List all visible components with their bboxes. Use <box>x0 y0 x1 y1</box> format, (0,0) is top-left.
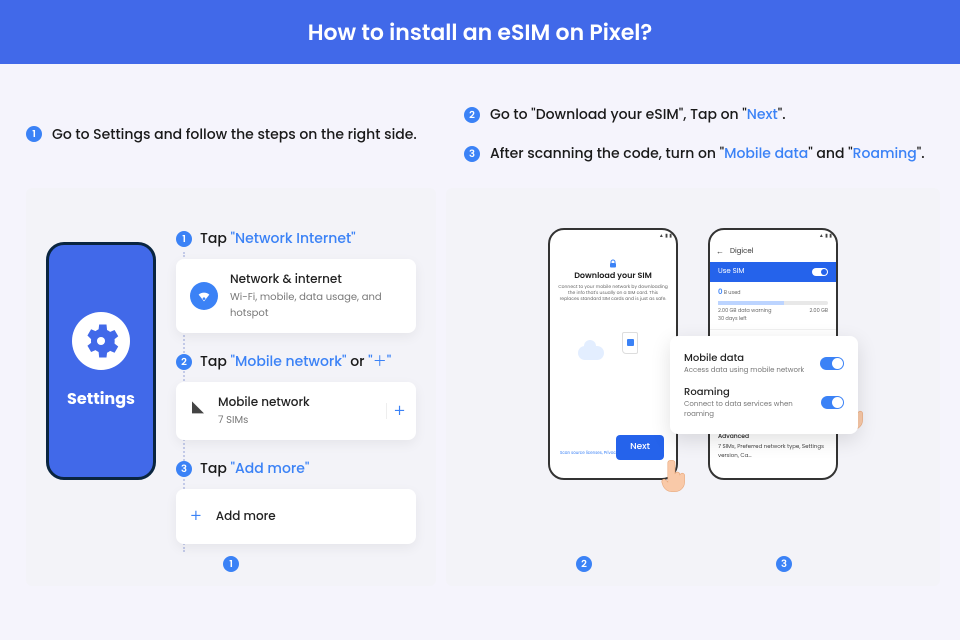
content-area: 1 Go to Settings and follow the steps on… <box>0 64 960 586</box>
top-steps-row: 1 Go to Settings and follow the steps on… <box>26 104 934 164</box>
mobile-data-toggle[interactable] <box>820 357 844 370</box>
micro-3-badge: 3 <box>176 461 192 477</box>
panel-2-marker-left: 2 <box>576 556 592 572</box>
step-3-badge: 3 <box>464 146 480 162</box>
mobile-data-row: Mobile data Access data using mobile net… <box>684 346 844 380</box>
wifi-icon <box>190 282 218 310</box>
step-2-line: 2 Go to "Download your eSIM", Tap on "Ne… <box>464 104 956 125</box>
micro-3-text: Tap "Add more" <box>200 458 309 479</box>
download-sim-phone-wrapper: ▲ ▮ ▮ Download your SIM Connect to your … <box>548 228 678 480</box>
micro-2-badge: 2 <box>176 354 192 370</box>
use-sim-toggle[interactable] <box>812 268 828 276</box>
panels-row: Settings 1 Tap "Network Internet" <box>26 188 934 586</box>
micro-steps: 1 Tap "Network Internet" Network & inter… <box>176 228 416 562</box>
status-bar: ▲ ▮ ▮ <box>550 230 676 242</box>
mobile-network-card: Mobile network 7 SIMs + <box>176 382 416 440</box>
step-1-line: 1 Go to Settings and follow the steps on… <box>26 104 444 164</box>
page-header: How to install an eSIM on Pixel? <box>0 0 960 64</box>
next-link: Next <box>747 104 778 124</box>
sim-settings-phone-wrapper: ▲ ▮ ▮ ← Digicel Use SIM 0 B used <box>708 228 838 480</box>
plus-icon: + <box>190 503 202 530</box>
download-subtitle: Connect to your mobile network by downlo… <box>558 284 668 302</box>
micro-step-3: 3 Tap "Add more" + Add more <box>176 458 416 544</box>
panel-1: Settings 1 Tap "Network Internet" <box>26 188 436 586</box>
data-usage-block: 0 B used 2.00 GB data warning 30 days le… <box>710 282 836 329</box>
sim-card-icon <box>622 332 638 354</box>
roaming-link: Roaming <box>853 143 917 163</box>
step-1-badge: 1 <box>26 126 42 142</box>
settings-label: Settings <box>67 386 135 411</box>
step-3-text: After scanning the code, turn on "Mobile… <box>490 143 925 164</box>
status-bar: ▲ ▮ ▮ <box>710 230 836 242</box>
carrier-header: ← Digicel <box>710 242 836 262</box>
gear-icon <box>79 319 123 363</box>
plus-icon: + <box>386 403 402 419</box>
sim-illustration <box>578 330 648 360</box>
next-button[interactable]: Next <box>616 435 664 460</box>
step-2-text: Go to "Download your eSIM", Tap on "Next… <box>490 104 786 125</box>
download-title: Download your SIM <box>558 270 668 282</box>
micro-2-text: Tap "Mobile network" or "＋" <box>200 351 391 372</box>
micro-step-2: 2 Tap "Mobile network" or "＋" <box>176 351 416 440</box>
panel-1-marker: 1 <box>223 556 239 572</box>
lock-icon <box>607 252 619 264</box>
micro-1-badge: 1 <box>176 231 192 247</box>
cloud-icon <box>578 346 604 360</box>
panel-2-marker-right: 3 <box>776 556 792 572</box>
add-more-card: + Add more <box>176 489 416 544</box>
back-arrow-icon: ← <box>716 246 724 258</box>
panel-2: ▲ ▮ ▮ Download your SIM Connect to your … <box>446 188 940 586</box>
micro-1-text: Tap "Network Internet" <box>200 228 356 249</box>
right-steps-column: 2 Go to "Download your eSIM", Tap on "Ne… <box>464 104 956 164</box>
use-sim-row: Use SIM <box>710 262 836 282</box>
step-1-text: Go to Settings and follow the steps on t… <box>52 124 417 145</box>
roaming-toggle[interactable] <box>821 396 844 409</box>
page-title: How to install an eSIM on Pixel? <box>308 16 653 49</box>
gear-icon-circle <box>72 312 130 370</box>
mobile-data-link: Mobile data <box>724 143 808 163</box>
step-2-badge: 2 <box>464 107 480 123</box>
signal-icon <box>190 400 206 422</box>
network-internet-card: Network & internet Wi-Fi, mobile, data u… <box>176 259 416 333</box>
micro-step-1: 1 Tap "Network Internet" Network & inter… <box>176 228 416 333</box>
roaming-row: Roaming Connect to data services when ro… <box>684 380 844 424</box>
usage-bar <box>718 301 828 305</box>
settings-phone-mock: Settings <box>46 242 156 480</box>
step-3-line: 3 After scanning the code, turn on "Mobi… <box>464 143 956 164</box>
mobile-data-float-card: Mobile data Access data using mobile net… <box>670 336 858 434</box>
download-sim-phone: ▲ ▮ ▮ Download your SIM Connect to your … <box>548 228 678 480</box>
